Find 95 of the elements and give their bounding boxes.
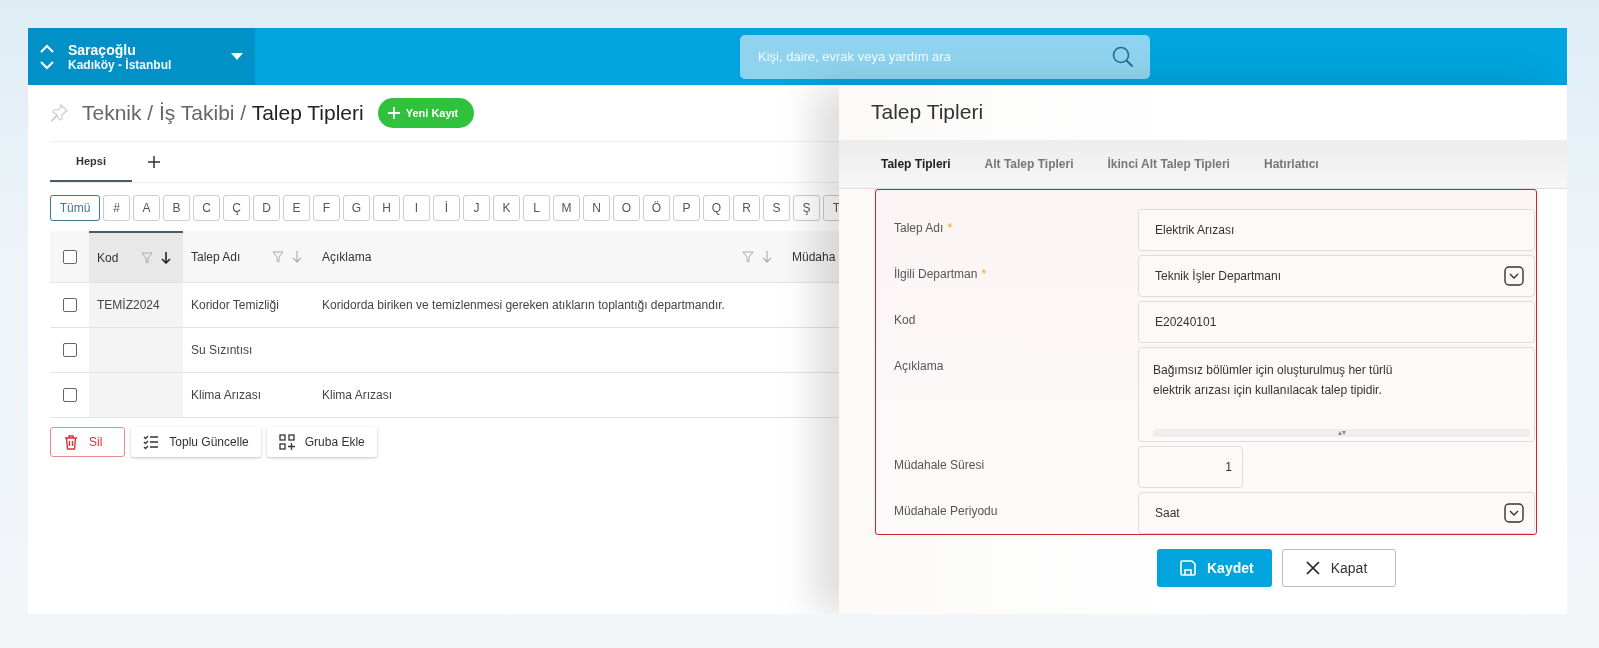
column-header[interactable]: Müdaha	[792, 249, 836, 264]
letter-filter[interactable]: #	[103, 195, 130, 221]
field-label: Açıklama	[894, 359, 944, 373]
field-value: E20240101	[1155, 315, 1217, 329]
letter-filter[interactable]: S	[763, 195, 790, 221]
input-field[interactable]: E20240101	[1138, 301, 1535, 343]
field-value: Elektrik Arızası	[1155, 223, 1235, 237]
trash-icon	[63, 434, 79, 450]
letter-filter[interactable]: A	[133, 195, 160, 221]
close-button[interactable]: Kapat	[1281, 549, 1397, 587]
field-value: Saat	[1155, 506, 1180, 520]
table-cell-text: Koridor Temizliği	[190, 297, 280, 314]
checkbox[interactable]	[62, 298, 77, 312]
filter-icon	[141, 251, 153, 264]
letter-filter[interactable]: J	[463, 195, 490, 221]
tab[interactable]: Alt Talep Tipleri	[984, 157, 1074, 171]
table-cell-text: Koridorda biriken ve temizlenmesi gereken atıkların toplantığı departmandır.	[321, 297, 726, 314]
letter-filter[interactable]: E	[283, 195, 310, 221]
field-value: Teknik İşler Departmanı	[1155, 269, 1282, 283]
tab[interactable]: Talep Tipleri	[881, 157, 951, 171]
tab[interactable]: Hepsi	[50, 142, 132, 182]
floppy-icon	[1179, 559, 1197, 577]
input-field[interactable]: Elektrik Arızası	[1138, 209, 1535, 251]
chevron-down-icon	[1504, 266, 1524, 286]
letter-filter[interactable]: Q	[703, 195, 730, 221]
chevron-down-icon	[40, 60, 54, 70]
chevron-down-icon	[1504, 503, 1524, 523]
letter-filter[interactable]: F	[313, 195, 340, 221]
search-input[interactable]: Kişi, daire, evrak veya yardım ara	[756, 48, 1112, 65]
letter-filter[interactable]: N	[583, 195, 610, 221]
letter-filter[interactable]: Ş	[793, 195, 820, 221]
letter-filter[interactable]: B	[163, 195, 190, 221]
required-mark: *	[947, 221, 953, 235]
table-cell-text: Klima Arızası	[321, 387, 394, 404]
field-value: Bağımsız bölümler için oluşturulmuş her türlü elektrik arızası için kullanılacak talep tipidir.	[1153, 362, 1394, 399]
letter-filter[interactable]: D	[253, 195, 280, 221]
field-label: Müdahale Süresi	[894, 458, 985, 472]
field-label: İlgili Departman	[894, 267, 978, 281]
chevron-up-icon	[40, 43, 54, 53]
letter-filter[interactable]: P	[673, 195, 700, 221]
column-header[interactable]: Talep Adı	[191, 249, 241, 264]
letter-filter[interactable]: I	[403, 195, 430, 221]
text-area[interactable]: Bağımsız bölümler için oluşturulmuş her türlü elektrik arızası için kullanılacak talep tipidir.	[1138, 347, 1535, 442]
table-cell-text: Klima Arızası	[190, 387, 263, 404]
dropdown[interactable]: Teknik İşler Departmanı	[1138, 255, 1535, 297]
breadcrumb: Teknik / İş Takibi / Talep Tipleri	[82, 101, 364, 125]
tab[interactable]: Hatırlatıcı	[1263, 157, 1319, 171]
letter-filter[interactable]: C	[193, 195, 220, 221]
letter-filter[interactable]: O	[613, 195, 640, 221]
column-header[interactable]: Kod	[97, 250, 119, 265]
checkbox[interactable]	[62, 249, 77, 264]
resize-arrows-icon	[1336, 430, 1347, 436]
close-icon	[1304, 560, 1321, 576]
input-field[interactable]: 1	[1138, 446, 1243, 488]
search-icon	[1112, 45, 1134, 68]
plus-icon	[387, 107, 400, 119]
resize-handle[interactable]	[1153, 429, 1530, 437]
search-field[interactable]: Kişi, daire, evrak veya yardım ara	[740, 34, 1150, 79]
letter-filter[interactable]: Ö	[643, 195, 670, 221]
filter-icon	[742, 250, 754, 263]
account-location: Kadıköy - İstanbul	[68, 57, 173, 72]
letter-filter[interactable]: İ	[433, 195, 460, 221]
letter-filter[interactable]: G	[343, 195, 370, 221]
field-label: Talep Adı	[894, 221, 944, 235]
pin-icon	[50, 104, 68, 122]
checkbox[interactable]	[62, 343, 77, 357]
table-cell-text: Su Sızıntısı	[190, 342, 254, 359]
field-label: Kod	[894, 313, 916, 327]
required-mark: *	[981, 267, 987, 281]
letter-filter[interactable]: Tümü	[50, 195, 100, 221]
letter-filter[interactable]: R	[733, 195, 760, 221]
letter-filter[interactable]: H	[373, 195, 400, 221]
account-name: Saraçoğlu	[68, 41, 136, 58]
field-label: Müdahale Periyodu	[894, 504, 998, 518]
plus-icon	[148, 156, 160, 168]
panel-title: Talep Tipleri	[870, 99, 985, 125]
grid-add-icon	[278, 434, 295, 450]
letter-filter[interactable]: T	[823, 195, 839, 221]
checkbox[interactable]	[62, 388, 77, 402]
account-selector[interactable]: Saraçoğlu Kadıköy - İstanbul	[28, 28, 255, 85]
caret-down-icon	[231, 53, 243, 60]
filter-icon	[272, 250, 284, 263]
letter-filter[interactable]: Ç	[223, 195, 250, 221]
tab[interactable]: İkinci Alt Talep Tipleri	[1107, 157, 1230, 171]
table-cell: TEMİZ2024	[89, 283, 183, 327]
column-header[interactable]: Açıklama	[322, 249, 372, 264]
field-value: 1	[1225, 460, 1232, 474]
letter-filter[interactable]: L	[523, 195, 550, 221]
delete-button[interactable]: Sil	[50, 427, 126, 457]
letter-filter[interactable]: K	[493, 195, 520, 221]
checklist-icon	[143, 434, 160, 450]
add-to-group-button[interactable]: Gruba Ekle	[266, 427, 377, 457]
letter-filter[interactable]: M	[553, 195, 580, 221]
bulk-update-button[interactable]: Toplu Güncelle	[131, 427, 261, 457]
dropdown[interactable]: Saat	[1138, 492, 1535, 534]
